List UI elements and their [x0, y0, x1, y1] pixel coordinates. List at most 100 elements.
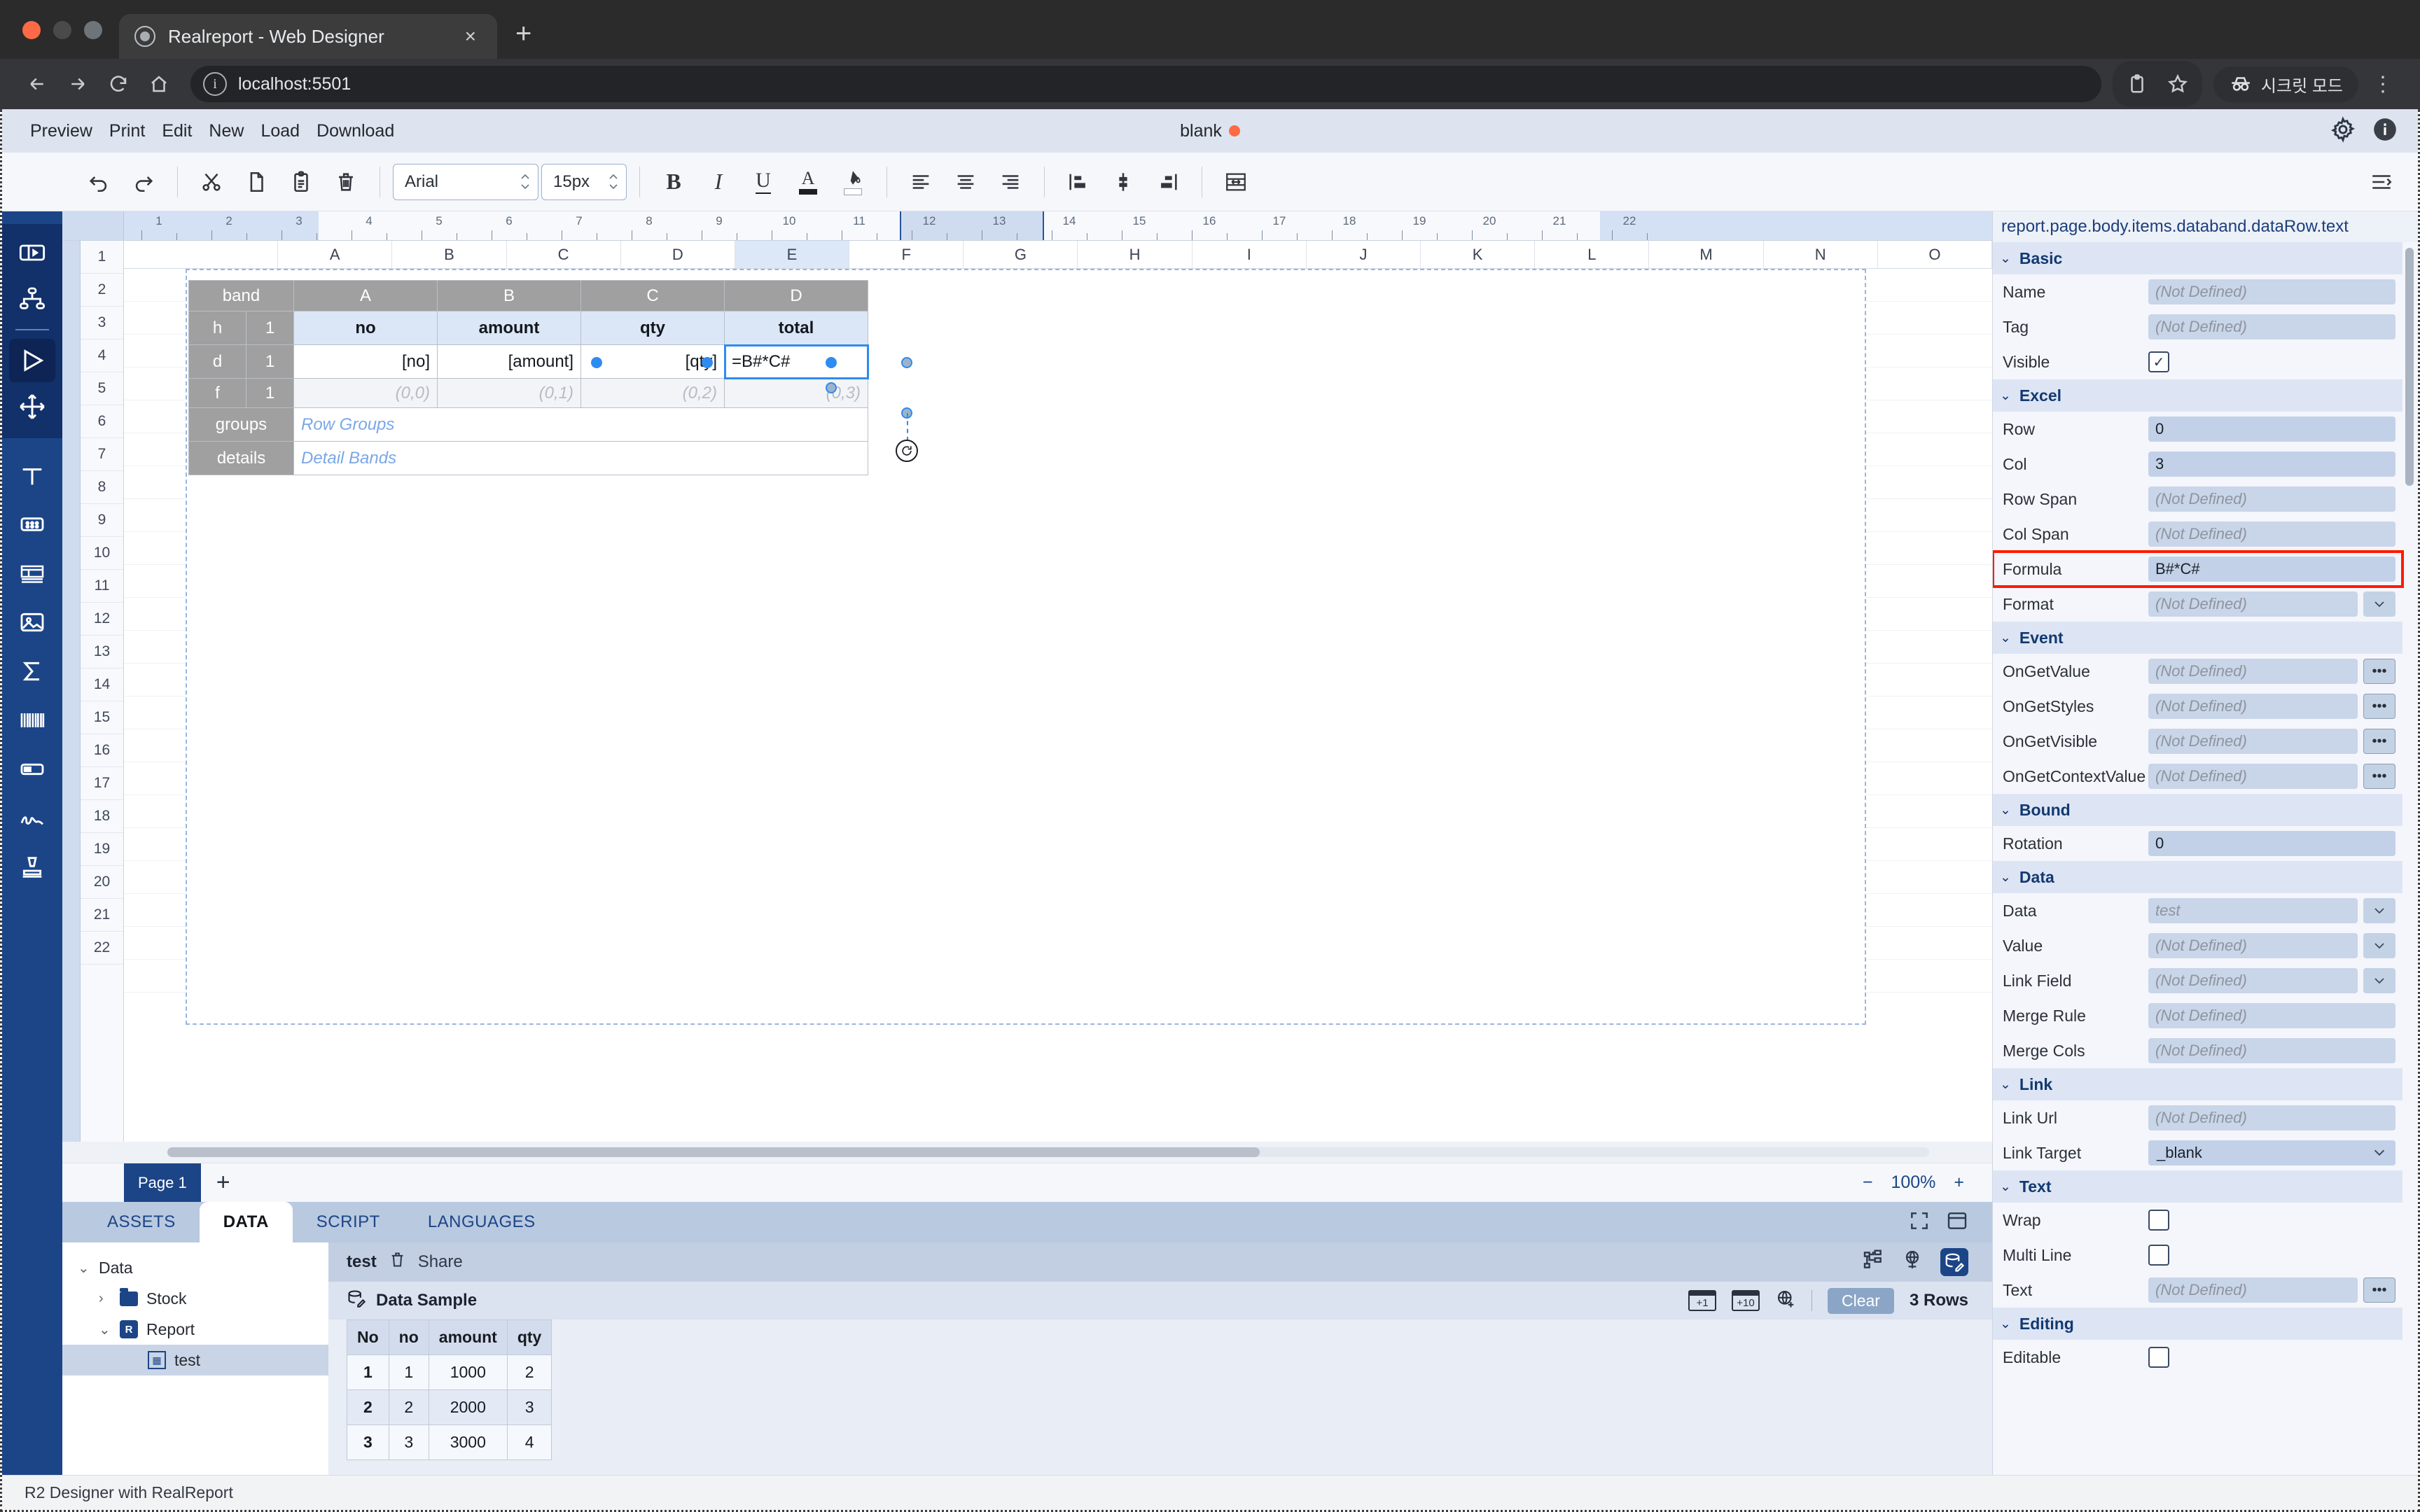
property-value-field[interactable]: (Not Defined) [2148, 1278, 2358, 1303]
progress-tool-icon[interactable] [9, 748, 55, 791]
properties-scroll-area[interactable]: ⌄ Basic Name (Not Defined) Tag (Not Defined) V… [1993, 242, 2418, 1475]
fill-color-button[interactable] [832, 161, 874, 203]
close-window-button[interactable] [22, 21, 41, 39]
font-color-button[interactable]: A [787, 161, 829, 203]
row-number[interactable]: 21 [81, 899, 123, 932]
column-header-l[interactable]: L [1535, 241, 1650, 268]
tree-node-stock[interactable]: › Stock [62, 1283, 328, 1314]
underline-button[interactable]: U [742, 161, 784, 203]
chevron-icon[interactable]: › [99, 1291, 111, 1307]
property-value-field[interactable]: test [2148, 898, 2358, 923]
redo-icon[interactable] [123, 161, 165, 203]
bold-button[interactable]: B [653, 161, 695, 203]
table-cell[interactable]: 4 [506, 1424, 552, 1460]
column-header-d[interactable]: D [621, 241, 735, 268]
band-count-detail[interactable]: 1 [246, 344, 294, 379]
row-number[interactable]: 5 [81, 372, 123, 405]
property-checkbox[interactable] [2148, 1347, 2169, 1368]
structure-tree-icon[interactable] [9, 277, 55, 321]
design-canvas[interactable]: 1 2 3 4 5 6 7 8 9 10 11 12 13 14 15 16 17 18 19 20 21 22 1234… [62, 211, 1992, 1163]
tab-script[interactable]: SCRIPT [293, 1202, 404, 1242]
menu-item-load[interactable]: Load [252, 117, 308, 146]
resize-handle-top-left[interactable] [591, 357, 602, 368]
property-value-field[interactable]: (Not Defined) [2148, 314, 2395, 340]
barcode-tool-icon[interactable] [9, 699, 55, 742]
gear-icon[interactable] [2330, 115, 2356, 146]
property-value-field[interactable]: (Not Defined) [2148, 659, 2358, 684]
row-number[interactable]: 3 [81, 307, 123, 340]
property-editor-button[interactable]: ••• [2363, 729, 2395, 754]
property-editor-button[interactable]: ••• [2363, 1278, 2395, 1303]
row-number[interactable]: 8 [81, 471, 123, 504]
column-header-no[interactable]: no [388, 1320, 429, 1355]
property-group-data[interactable]: ⌄ Data [1993, 861, 2402, 893]
property-value-field[interactable]: (Not Defined) [2148, 764, 2358, 789]
menu-item-preview[interactable]: Preview [22, 117, 101, 146]
row-number[interactable]: 7 [81, 438, 123, 471]
property-group-link[interactable]: ⌄ Link [1993, 1068, 2402, 1100]
header-cell-qty[interactable]: qty [580, 311, 725, 345]
property-group-excel[interactable]: ⌄ Excel [1993, 379, 2402, 412]
toggle-sidebar-icon[interactable] [9, 231, 55, 274]
detail-bands-placeholder[interactable]: Detail Bands [293, 441, 868, 475]
tab-assets[interactable]: ASSETS [83, 1202, 200, 1242]
expand-panel-icon[interactable] [1908, 1210, 1931, 1236]
table-cell[interactable]: 2000 [428, 1390, 508, 1425]
scroll-thumb[interactable] [167, 1147, 1260, 1157]
font-family-select[interactable]: Arial [393, 163, 538, 200]
data-cell-no[interactable]: [no] [293, 344, 438, 379]
font-size-select[interactable]: 15px [541, 163, 627, 200]
footer-cell-0-1[interactable]: (0,1) [437, 378, 581, 408]
page-tab-1[interactable]: Page 1 [124, 1163, 201, 1202]
property-value-field[interactable]: (Not Defined) [2148, 486, 2395, 512]
address-bar[interactable]: i localhost:5501 [190, 66, 2101, 102]
share-button[interactable]: Share [418, 1252, 463, 1272]
row-number[interactable]: 10 [81, 537, 123, 570]
property-value-field[interactable]: (Not Defined) [2148, 694, 2358, 719]
info-icon[interactable] [2372, 116, 2398, 146]
tab-languages[interactable]: LANGUAGES [404, 1202, 559, 1242]
resize-handle-sel-left[interactable] [826, 382, 837, 393]
footer-cell-0-0[interactable]: (0,0) [293, 378, 438, 408]
row-number[interactable]: 22 [81, 932, 123, 965]
row-number[interactable]: 19 [81, 833, 123, 866]
row-number[interactable]: 15 [81, 701, 123, 734]
property-value-field[interactable]: 3 [2148, 451, 2395, 477]
column-header-k[interactable]: K [1421, 241, 1536, 268]
browser-tab[interactable]: Realreport - Web Designer × [119, 14, 497, 59]
sum-tool-icon[interactable] [9, 650, 55, 693]
footer-cell-0-3[interactable]: (0,3) [724, 378, 868, 408]
property-value-field[interactable]: (Not Defined) [2148, 279, 2395, 304]
resize-handle-top-mid[interactable] [702, 357, 713, 368]
data-cell-amount[interactable]: [amount] [437, 344, 581, 379]
band-label-footer[interactable]: f [188, 378, 246, 408]
report-band-table[interactable]: band A B C D h 1 no amount qty total d 1… [188, 280, 869, 475]
incognito-mode-indicator[interactable]: 시크릿 모드 [2213, 66, 2358, 102]
row-number[interactable]: 14 [81, 668, 123, 701]
schema-tree-icon[interactable] [1862, 1249, 1884, 1276]
column-header-amount[interactable]: amount [428, 1320, 508, 1355]
align-center-icon[interactable] [945, 161, 987, 203]
column-header-e[interactable]: E [735, 241, 850, 268]
row-number[interactable]: 6 [81, 405, 123, 438]
row-number[interactable]: 9 [81, 504, 123, 537]
grid-surface[interactable]: PAGE - 702 x 1009 px SHEET - (20 x 40) b… [124, 269, 1992, 1142]
band-count-footer[interactable]: 1 [246, 378, 294, 408]
delete-icon[interactable] [325, 161, 367, 203]
zoom-out-button[interactable]: − [1863, 1172, 1873, 1193]
data-cell-total-selected[interactable]: =B#*C# [723, 344, 869, 379]
footer-cell-0-2[interactable]: (0,2) [580, 378, 725, 408]
undo-icon[interactable] [78, 161, 120, 203]
band-tool-icon[interactable] [9, 552, 55, 595]
header-cell-total[interactable]: total [724, 311, 868, 345]
browser-menu-icon[interactable]: ⋮ [2363, 72, 2403, 97]
table-cell[interactable]: 2 [506, 1354, 552, 1390]
new-tab-button[interactable]: + [497, 20, 550, 59]
align-left-icon[interactable] [900, 161, 942, 203]
column-header-n[interactable]: N [1764, 241, 1878, 268]
property-value-field[interactable]: (Not Defined) [2148, 933, 2358, 958]
column-header-f[interactable]: F [849, 241, 964, 268]
add-web-data-icon[interactable] [1775, 1288, 1796, 1314]
data-tree[interactable]: ⌄ Data › Stock ⌄ R Report ▦ test [62, 1242, 328, 1475]
column-header-j[interactable]: J [1307, 241, 1421, 268]
